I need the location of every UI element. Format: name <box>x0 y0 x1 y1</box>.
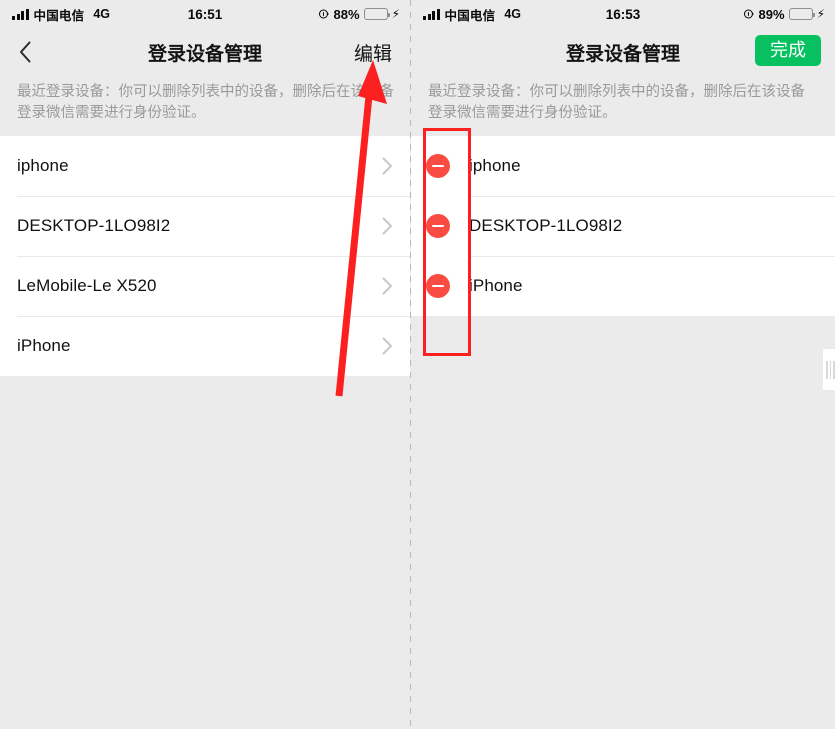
rotation-lock-icon <box>743 9 754 19</box>
signal-bars-icon <box>423 8 440 20</box>
page-title: 登录设备管理 <box>147 43 262 65</box>
lightning-bolt-icon: ⚡ <box>816 7 825 21</box>
chevron-right-icon <box>382 157 392 175</box>
back-button[interactable] <box>0 28 50 76</box>
status-left-group: 中国电信 4G <box>12 5 110 24</box>
device-row[interactable]: DESKTOP-1LO98I2 <box>411 196 835 256</box>
screenshot-root: 中国电信 4G 16:51 88% ⚡ 登录设备管理 编辑 最近登录设备：你可以… <box>0 0 835 729</box>
device-row[interactable]: LeMobile-Le X520 <box>0 256 410 316</box>
battery-icon <box>788 8 815 20</box>
status-left-group: 中国电信 4G <box>423 5 521 24</box>
chevron-right-icon <box>382 277 392 295</box>
device-name: DESKTOP-1LO98I2 <box>469 216 623 235</box>
battery-percent-label: 89% <box>758 6 785 22</box>
device-row[interactable]: iphone <box>411 136 835 196</box>
minus-circle-icon[interactable] <box>426 214 450 238</box>
device-name: iphone <box>17 156 69 175</box>
device-row[interactable]: iPhone <box>411 256 835 316</box>
lightning-bolt-icon: ⚡ <box>391 7 400 21</box>
right-device-list: iphone DESKTOP-1LO98I2 iPhone <box>411 136 835 316</box>
rotation-lock-icon <box>318 9 329 19</box>
network-mode-label: 4G <box>93 7 110 21</box>
sliver-bars-icon <box>823 349 835 379</box>
battery-icon <box>363 8 390 20</box>
minus-circle-icon[interactable] <box>426 154 450 178</box>
device-name: DESKTOP-1LO98I2 <box>17 216 171 235</box>
device-row[interactable]: iPhone <box>0 316 410 376</box>
chevron-right-icon <box>382 217 392 235</box>
minus-circle-icon[interactable] <box>426 274 450 298</box>
chevron-left-icon <box>19 41 30 63</box>
right-nav-bar: 登录设备管理 完成 <box>411 28 835 76</box>
status-right-group: 88% ⚡ <box>318 7 400 22</box>
screenshot-divider <box>410 0 411 729</box>
right-screen: 中国电信 4G 16:53 89% ⚡ 登录设备管理 完成 最近登录设备：你可以… <box>411 0 835 729</box>
left-device-list: iphone DESKTOP-1LO98I2 LeMobile-Le X520 … <box>0 136 410 376</box>
carrier-label: 中国电信 <box>33 8 85 23</box>
device-name: LeMobile-Le X520 <box>17 276 157 295</box>
right-description-text: 最近登录设备：你可以删除列表中的设备，删除后在该设备登录微信需要进行身份验证。 <box>411 76 835 136</box>
chevron-right-icon <box>382 337 392 355</box>
battery-percent-label: 88% <box>333 6 360 22</box>
edge-sliver <box>823 349 835 390</box>
left-description-text: 最近登录设备：你可以删除列表中的设备，删除后在该设备登录微信需要进行身份验证。 <box>0 76 410 136</box>
carrier-label: 中国电信 <box>444 8 496 23</box>
signal-bars-icon <box>12 8 29 20</box>
edit-button[interactable]: 编辑 <box>354 39 392 66</box>
device-name: iPhone <box>469 276 523 295</box>
done-button[interactable]: 完成 <box>755 35 821 66</box>
device-row[interactable]: DESKTOP-1LO98I2 <box>0 196 410 256</box>
device-name: iphone <box>469 156 521 175</box>
right-status-bar: 中国电信 4G 16:53 89% ⚡ <box>411 0 835 28</box>
left-screen: 中国电信 4G 16:51 88% ⚡ 登录设备管理 编辑 最近登录设备：你可以… <box>0 0 410 729</box>
device-name: iPhone <box>17 336 71 355</box>
status-right-group: 89% ⚡ <box>743 7 825 22</box>
device-row[interactable]: iphone <box>0 136 410 196</box>
left-status-bar: 中国电信 4G 16:51 88% ⚡ <box>0 0 410 28</box>
left-nav-bar: 登录设备管理 编辑 <box>0 28 410 76</box>
network-mode-label: 4G <box>504 7 521 21</box>
